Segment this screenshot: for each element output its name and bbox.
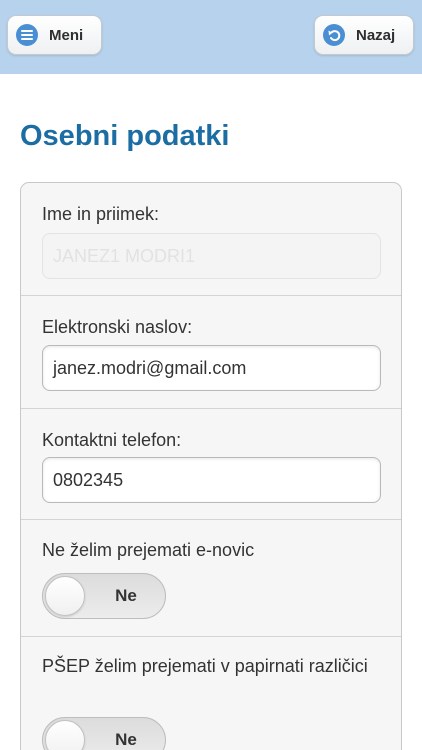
name-input: JANEZ1 MODRI1: [42, 233, 381, 279]
email-input[interactable]: janez.modri@gmail.com: [42, 345, 381, 391]
name-label: Ime in priimek:: [42, 204, 160, 224]
paper-field-group: PŠEP želim prejemati v papirnati različi…: [21, 637, 401, 750]
newsletter-field-group: Ne želim prejemati e-novic Ne: [21, 520, 401, 637]
newsletter-toggle[interactable]: Ne: [42, 573, 166, 619]
menu-button[interactable]: Meni: [7, 15, 102, 55]
back-button[interactable]: Nazaj: [314, 15, 414, 55]
phone-field-group: Kontaktni telefon: 0802345: [21, 409, 401, 520]
paper-label: PŠEP želim prejemati v papirnati različi…: [42, 656, 368, 676]
paper-toggle-label: Ne: [115, 730, 137, 749]
header-bar: Meni Nazaj: [0, 0, 422, 74]
newsletter-toggle-label: Ne: [115, 586, 137, 605]
menu-icon: [16, 24, 38, 46]
phone-input[interactable]: 0802345: [42, 457, 381, 503]
email-label: Elektronski naslov:: [42, 317, 193, 337]
personal-data-form: Ime in priimek: JANEZ1 MODRI1 Elektronsk…: [20, 182, 402, 750]
menu-button-label: Meni: [49, 26, 84, 44]
email-field-group: Elektronski naslov: janez.modri@gmail.co…: [21, 296, 401, 409]
phone-label: Kontaktni telefon:: [42, 430, 182, 450]
back-arrow-icon: [323, 24, 345, 46]
toggle-knob: [45, 720, 85, 750]
paper-toggle[interactable]: Ne: [42, 717, 166, 750]
back-button-label: Nazaj: [356, 26, 396, 44]
toggle-knob: [45, 576, 85, 616]
page-title: Osebni podatki: [20, 120, 230, 152]
newsletter-label: Ne želim prejemati e-novic: [42, 540, 255, 560]
name-field-group: Ime in priimek: JANEZ1 MODRI1: [21, 183, 401, 296]
